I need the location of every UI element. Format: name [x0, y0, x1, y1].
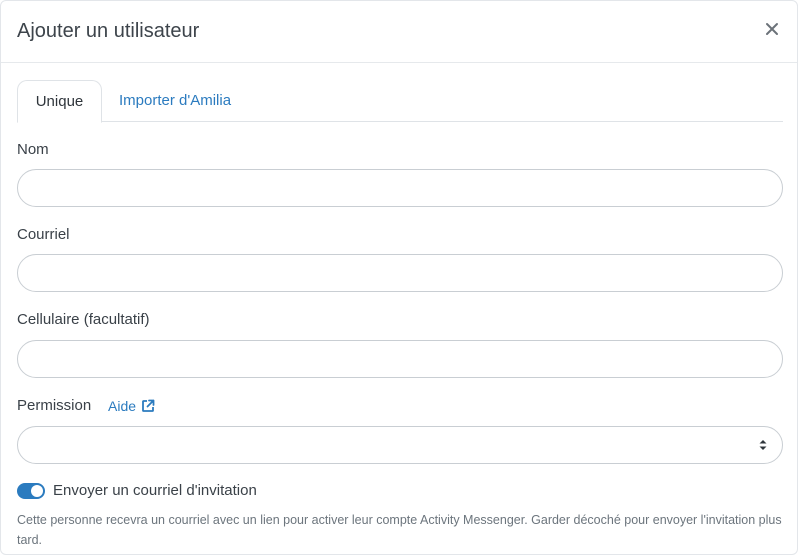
permission-help-link[interactable]: Aide	[108, 398, 155, 414]
permission-help-label: Aide	[108, 398, 137, 414]
tab-import-amilia[interactable]: Importer d'Amilia	[103, 80, 247, 122]
add-user-modal: Ajouter un utilisateur Unique Importer d…	[0, 0, 798, 555]
close-icon	[766, 23, 778, 35]
toggle-knob	[31, 484, 43, 497]
sort-arrows-icon	[759, 440, 767, 450]
permission-select[interactable]	[17, 426, 783, 464]
email-input[interactable]	[17, 254, 783, 292]
permission-label: Permission	[17, 397, 92, 414]
invite-toggle-row: Envoyer un courriel d'invitation	[17, 482, 257, 499]
name-label: Nom	[17, 141, 49, 158]
modal-header: Ajouter un utilisateur	[1, 1, 797, 63]
phone-label: Cellulaire (facultatif)	[17, 311, 150, 328]
name-input[interactable]	[17, 169, 783, 207]
invite-toggle-label: Envoyer un courriel d'invitation	[53, 482, 257, 499]
tab-bar: Unique Importer d'Amilia	[17, 80, 783, 123]
phone-input[interactable]	[17, 340, 783, 378]
modal-title: Ajouter un utilisateur	[17, 20, 200, 42]
email-label: Courriel	[17, 226, 70, 243]
close-button[interactable]	[761, 18, 783, 40]
external-link-icon	[142, 399, 155, 412]
tab-unique[interactable]: Unique	[17, 80, 102, 123]
invite-toggle[interactable]	[17, 482, 45, 499]
invite-help-text: Cette personne recevra un courriel avec …	[17, 513, 782, 547]
